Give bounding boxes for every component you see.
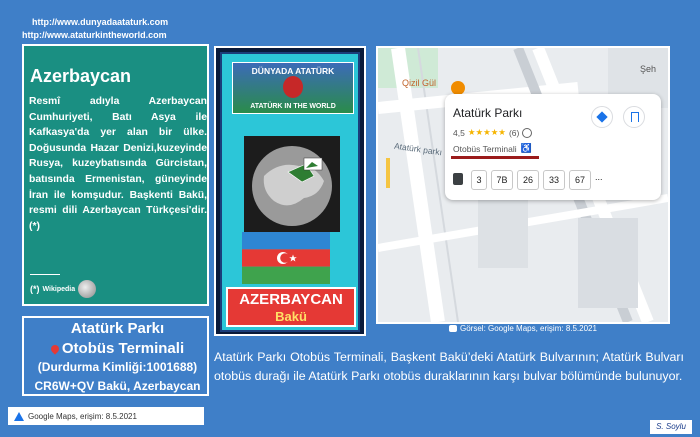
info-icon[interactable] <box>522 127 533 138</box>
source-divider <box>30 274 60 275</box>
poster-banner-title: DÜNYADA ATATÜRK <box>251 66 335 76</box>
map-label-sehir: Şeh <box>640 64 657 74</box>
wikipedia-globe-icon <box>78 280 97 298</box>
route-chip[interactable]: 26 <box>517 170 539 190</box>
place-title-line2: Otobüs Terminali <box>61 340 185 357</box>
map-caption: Görsel: Google Maps, erişim: 8.5.2021 <box>449 324 597 333</box>
place-plus-code: CR6W+QV Bakü, Azerbaycan <box>34 379 201 393</box>
globe-map-icon <box>244 136 340 232</box>
map-label-restaurant[interactable]: Qizil Gül <box>402 78 436 88</box>
card-rating-row: 4,5 ★★★★★ (6) <box>453 127 533 138</box>
place-title-line1: Atatürk Parkı <box>70 320 165 337</box>
card-reviews: (6) <box>508 127 520 138</box>
poster-frame: DÜNYADA ATATÜRK ATATÜRK IN THE WORLD AZE… <box>220 52 360 332</box>
card-title: Atatürk Parkı <box>453 106 523 120</box>
poster-city-label: Bakü <box>275 309 307 324</box>
warning-icon <box>14 411 24 421</box>
card-type-row: Otobüs Terminali ♿ <box>453 143 532 154</box>
wheelchair-icon: ♿ <box>520 143 532 153</box>
camera-icon <box>449 325 457 332</box>
country-title: Azerbaycan <box>30 66 132 86</box>
source-row: (*) Wikipedia <box>30 280 97 298</box>
place-address-box: Atatürk Parkı Otobüs Terminali (Durdurma… <box>22 316 209 396</box>
card-type: Otobüs Terminali <box>453 143 517 154</box>
route-more[interactable]: ... <box>595 172 603 182</box>
author-signature: S. Soylu <box>650 420 692 434</box>
source-mark: (*) <box>30 284 40 294</box>
url-secondary[interactable]: http://www.ataturkintheworld.com <box>22 30 167 40</box>
place-info-card[interactable]: Atatürk Parkı 4,5 ★★★★★ (6) Otobüs Termi… <box>445 94 661 200</box>
url-primary[interactable]: http://www.dunyadaataturk.com <box>32 17 168 27</box>
footer-source-text: Google Maps, erişim: 8.5.2021 <box>28 411 137 421</box>
save-button[interactable] <box>623 106 645 128</box>
route-chip[interactable]: 67 <box>569 170 591 190</box>
map-screenshot: Şeh Qizil Gül Atatürk parkı Atatürk Park… <box>376 46 670 324</box>
place-stop-id: (Durdurma Kimliği:1001688) <box>37 360 198 374</box>
country-description: Resmî adıyla Azerbaycan Cumhuriyeti, Bat… <box>29 96 207 232</box>
azerbaijan-flag-icon <box>242 232 330 284</box>
place-title-line2-row: Otobüs Terminali <box>24 340 211 357</box>
card-stars: ★★★★★ <box>467 127 506 137</box>
poster-banner: DÜNYADA ATATÜRK ATATÜRK IN THE WORLD <box>232 62 354 114</box>
highlight-underline <box>451 156 539 159</box>
directions-icon <box>596 111 608 123</box>
bus-icon <box>453 173 463 185</box>
footer-source: Google Maps, erişim: 8.5.2021 <box>8 407 204 425</box>
route-chip[interactable]: 3 <box>471 170 487 190</box>
country-info-card: Azerbaycan Resmî adıyla Azerbaycan Cumhu… <box>22 44 209 306</box>
directions-button[interactable] <box>591 106 613 128</box>
poster-country-label: AZERBAYCAN <box>239 291 343 308</box>
poster-banner-subtitle: ATATÜRK IN THE WORLD <box>250 103 336 110</box>
route-chip[interactable]: 7B <box>491 170 513 190</box>
map-pin-icon <box>49 343 61 355</box>
bookmark-icon <box>631 112 639 122</box>
route-chip[interactable]: 33 <box>543 170 565 190</box>
ataturk-emblem-icon <box>283 76 303 98</box>
poster: DÜNYADA ATATÜRK ATATÜRK IN THE WORLD AZE… <box>214 46 366 336</box>
place-description: Atatürk Parkı Otobüs Terminali, Başkent … <box>214 350 684 383</box>
map-caption-text: Görsel: Google Maps, erişim: 8.5.2021 <box>460 324 597 333</box>
card-rating: 4,5 <box>453 127 465 138</box>
source-name[interactable]: Wikipedia <box>43 286 76 293</box>
poster-location-label: AZERBAYCAN Bakü <box>226 287 356 327</box>
